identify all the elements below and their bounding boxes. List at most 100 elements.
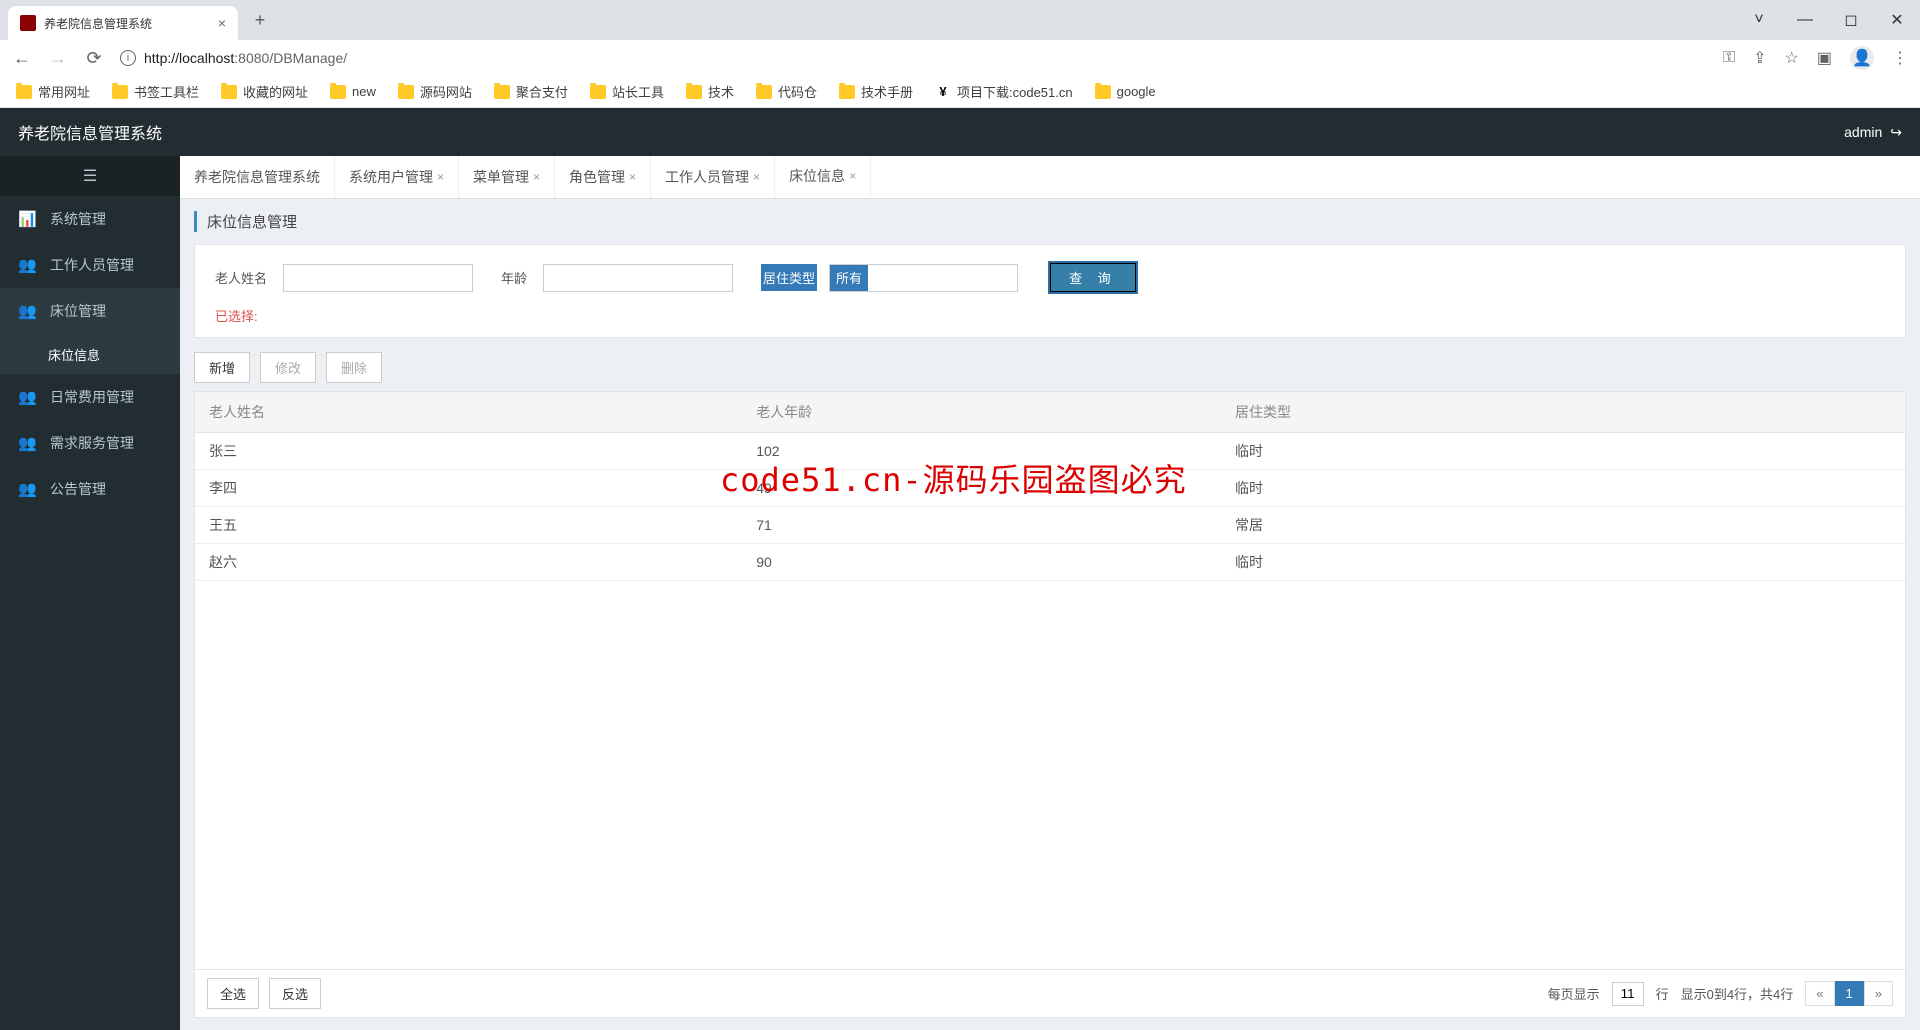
- table-cell: 102: [742, 433, 1221, 470]
- sidebar-item[interactable]: 需求服务管理: [0, 420, 180, 466]
- query-button[interactable]: 查 询: [1050, 263, 1136, 292]
- tab-close-icon[interactable]: ×: [753, 170, 760, 184]
- edit-button[interactable]: 修改: [260, 352, 316, 383]
- invert-select-button[interactable]: 反选: [269, 978, 321, 1009]
- app-tab[interactable]: 系统用户管理 ×: [335, 156, 459, 198]
- column-header[interactable]: 老人姓名: [195, 392, 742, 433]
- folder-icon: [1095, 85, 1111, 99]
- bookmark-item[interactable]: 常用网址: [16, 82, 90, 101]
- key-icon[interactable]: ⚿: [1723, 49, 1735, 67]
- user-area[interactable]: admin: [1844, 124, 1920, 141]
- app-tab-label: 床位信息: [789, 166, 845, 186]
- site-info-icon[interactable]: i: [120, 50, 136, 66]
- bookmark-item[interactable]: ¥项目下载:code51.cn: [935, 82, 1073, 101]
- type-label: 居住类型: [761, 264, 817, 291]
- bookmark-item[interactable]: 收藏的网址: [221, 82, 308, 101]
- folder-icon: [330, 85, 346, 99]
- table-row[interactable]: 王五71常居: [195, 507, 1905, 544]
- folder-icon: [686, 85, 702, 99]
- star-icon[interactable]: ☆: [1785, 48, 1799, 68]
- table-row[interactable]: 赵六90临时: [195, 544, 1905, 581]
- table-footer: 全选 反选 每页显示 行 显示0到4行，共4行 « 1 »: [194, 970, 1906, 1018]
- bookmark-label: 站长工具: [612, 82, 664, 101]
- column-header[interactable]: 老人年龄: [742, 392, 1221, 433]
- bookmark-item[interactable]: new: [330, 84, 376, 99]
- browser-chrome: 养老院信息管理系统 × + ˅ — ◻ ✕ ← → ⟳ i http://loc…: [0, 0, 1920, 108]
- tab-close-icon[interactable]: ×: [218, 15, 226, 31]
- tab-close-icon[interactable]: ×: [437, 170, 444, 184]
- bookmark-item[interactable]: 站长工具: [590, 82, 664, 101]
- extensions-icon[interactable]: ▣: [1817, 48, 1832, 68]
- delete-button[interactable]: 删除: [326, 352, 382, 383]
- app-tab-label: 系统用户管理: [349, 167, 433, 187]
- page-next-button[interactable]: »: [1864, 981, 1893, 1006]
- share-icon[interactable]: ⇪: [1753, 48, 1766, 68]
- app-tabs: 养老院信息管理系统系统用户管理×菜单管理×角色管理×工作人员管理×床位信息×: [180, 156, 1920, 199]
- tab-close-icon[interactable]: ×: [533, 170, 540, 184]
- sidebar-item[interactable]: 床位管理: [0, 288, 180, 334]
- app-title: 养老院信息管理系统: [0, 120, 180, 144]
- type-select[interactable]: 所有: [829, 264, 1018, 292]
- sidebar-item[interactable]: 公告管理: [0, 466, 180, 512]
- forward-button[interactable]: →: [48, 48, 68, 69]
- sidebar-item-label: 需求服务管理: [50, 433, 134, 453]
- bookmark-item[interactable]: 代码仓: [756, 82, 817, 101]
- users-icon: [18, 256, 36, 274]
- users-icon: [18, 388, 36, 406]
- users-icon: [18, 434, 36, 452]
- sidebar-toggle-button[interactable]: [0, 156, 180, 196]
- folder-icon: [112, 85, 128, 99]
- bookmark-item[interactable]: 书签工具栏: [112, 82, 199, 101]
- table-row[interactable]: 张三102临时: [195, 433, 1905, 470]
- browser-tab[interactable]: 养老院信息管理系统 ×: [8, 6, 238, 40]
- logout-icon[interactable]: [1890, 124, 1902, 141]
- bookmark-item[interactable]: 源码网站: [398, 82, 472, 101]
- page-prev-button[interactable]: «: [1805, 981, 1834, 1006]
- bookmark-item[interactable]: google: [1095, 84, 1156, 99]
- age-input[interactable]: [543, 264, 733, 292]
- reload-button[interactable]: ⟳: [84, 48, 104, 69]
- pager: 每页显示 行 显示0到4行，共4行 « 1 »: [1548, 981, 1893, 1006]
- type-select-value: 所有: [829, 264, 868, 292]
- bookmark-label: 技术: [708, 82, 734, 101]
- bookmark-item[interactable]: 技术手册: [839, 82, 913, 101]
- menu-icon[interactable]: ⋮: [1892, 48, 1908, 68]
- add-button[interactable]: 新增: [194, 352, 250, 383]
- table-row[interactable]: 李四49临时: [195, 470, 1905, 507]
- name-label: 老人姓名: [215, 268, 267, 287]
- username-label: admin: [1844, 124, 1882, 140]
- sidebar-item[interactable]: 日常费用管理: [0, 374, 180, 420]
- name-input[interactable]: [283, 264, 473, 292]
- app-tab[interactable]: 床位信息 ×: [775, 156, 871, 198]
- page-number[interactable]: 1: [1835, 981, 1864, 1006]
- bookmark-item[interactable]: 技术: [686, 82, 734, 101]
- tab-close-icon[interactable]: ×: [849, 169, 856, 183]
- sidebar-item-label: 系统管理: [50, 209, 106, 229]
- sidebar-item[interactable]: 工作人员管理: [0, 242, 180, 288]
- folder-icon: [221, 85, 237, 99]
- maximize-button[interactable]: ◻: [1828, 0, 1874, 40]
- per-page-input[interactable]: [1612, 982, 1644, 1006]
- app-tab[interactable]: 菜单管理×: [459, 156, 555, 198]
- new-tab-button[interactable]: +: [246, 6, 274, 34]
- bookmarks-bar: 常用网址 书签工具栏 收藏的网址 new 源码网站 聚合支付 站长工具 技术 代码仓 技术手册 ¥项…: [0, 76, 1920, 108]
- app-tab[interactable]: 养老院信息管理系统: [180, 156, 335, 198]
- folder-icon: [494, 85, 510, 99]
- chevron-down-icon[interactable]: ˅: [1736, 0, 1782, 40]
- bookmark-item[interactable]: 聚合支付: [494, 82, 568, 101]
- app-tab[interactable]: 工作人员管理×: [651, 156, 775, 198]
- profile-avatar-icon[interactable]: 👤: [1850, 46, 1874, 70]
- app-tab[interactable]: 角色管理×: [555, 156, 651, 198]
- minimize-button[interactable]: —: [1782, 0, 1828, 40]
- bookmark-label: 项目下载:code51.cn: [957, 82, 1073, 101]
- bookmark-label: 代码仓: [778, 82, 817, 101]
- url-box[interactable]: i http://localhost:8080/DBManage/: [120, 50, 1707, 66]
- sidebar-item[interactable]: 系统管理: [0, 196, 180, 242]
- column-header[interactable]: 居住类型: [1221, 392, 1905, 433]
- close-window-button[interactable]: ✕: [1874, 0, 1920, 40]
- tab-close-icon[interactable]: ×: [629, 170, 636, 184]
- sidebar-subitem[interactable]: 床位信息: [0, 334, 180, 374]
- back-button[interactable]: ←: [12, 48, 32, 69]
- selected-label: 已选择:: [215, 306, 1885, 325]
- select-all-button[interactable]: 全选: [207, 978, 259, 1009]
